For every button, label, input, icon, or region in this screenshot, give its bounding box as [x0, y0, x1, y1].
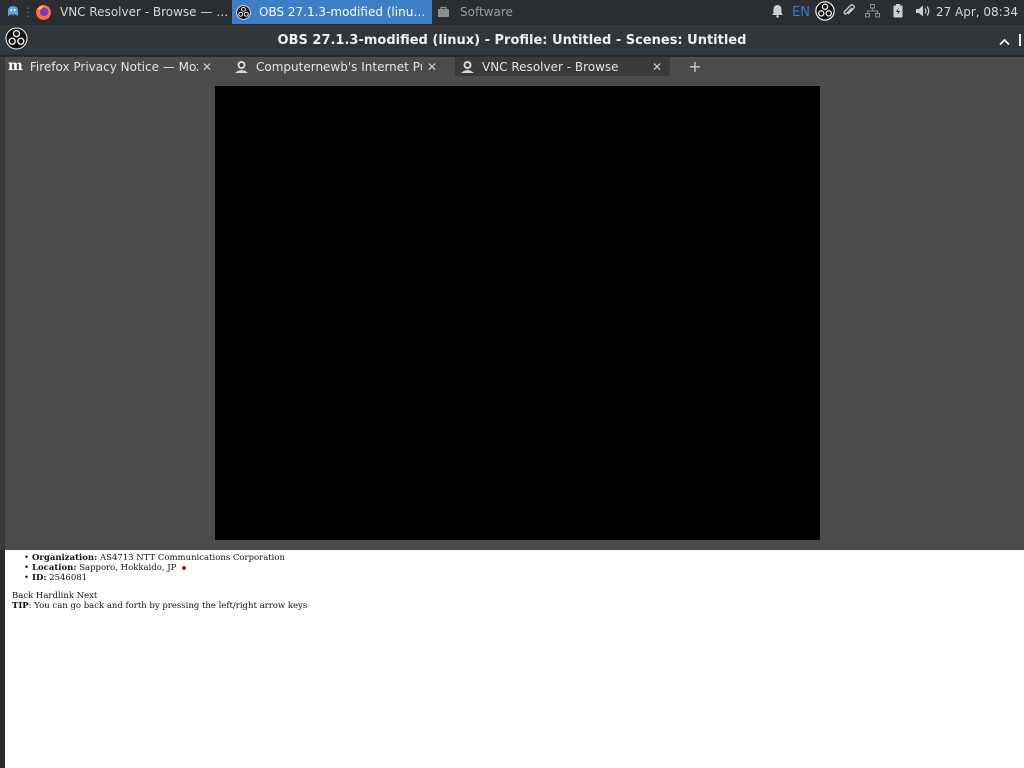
captured-browser-tabstrip: m Firefox Privacy Notice — Moz ✕ Compute…	[0, 57, 720, 76]
captured-vnc-screen	[215, 86, 820, 540]
detail-key: Location:	[32, 563, 77, 573]
tip-text: TIP: You can go back and forth by pressi…	[12, 601, 307, 611]
task-label: OBS 27.1.3-modified (linux) -...	[259, 5, 432, 19]
notifications-button[interactable]	[768, 0, 786, 24]
window-title: OBS 27.1.3-modified (linux) - Profile: U…	[277, 33, 747, 48]
task-software[interactable]: Software	[434, 0, 534, 24]
vnc-icon	[460, 60, 475, 74]
close-icon: ✕	[426, 59, 438, 74]
close-icon: ✕	[201, 59, 213, 74]
browser-tab-privacy-notice[interactable]: m Firefox Privacy Notice — Moz	[8, 57, 198, 76]
tab-label: Firefox Privacy Notice — Moz	[29, 59, 198, 74]
detail-value: Sapporo, Hokkaido, JP	[79, 563, 177, 573]
task-label: VNC Resolver - Browse — M...	[60, 5, 232, 19]
software-icon	[437, 6, 450, 18]
host-details-list: Organization: AS4713 NTT Communications …	[24, 553, 285, 583]
battery-icon	[893, 3, 903, 21]
browser-tab-vnc-resolver[interactable]: VNC Resolver - Browse	[455, 57, 670, 76]
new-tab-button[interactable]: +	[686, 57, 704, 76]
plus-icon: +	[688, 57, 702, 76]
task-firefox[interactable]: VNC Resolver - Browse — M...	[33, 0, 232, 24]
obs-tray-button[interactable]	[813, 0, 837, 24]
page-nav-links[interactable]: Back Hardlink Next	[12, 591, 97, 601]
detail-value: AS4713 NTT Communications Corporation	[99, 553, 285, 563]
volume-button[interactable]	[912, 0, 934, 24]
tab-close-button[interactable]: ✕	[425, 57, 439, 76]
maximize-button[interactable]	[994, 25, 1014, 56]
tab-label: Computernewb's Internet Pu	[256, 59, 422, 74]
close-icon: ✕	[651, 59, 663, 74]
task-label: Software	[460, 5, 513, 19]
captured-web-page: Organization: AS4713 NTT Communications …	[5, 550, 1024, 768]
detail-value: 2546081	[49, 573, 88, 583]
taskbar-separator: ⋮	[24, 0, 32, 24]
obs-icon	[236, 4, 251, 20]
tab-label: VNC Resolver - Browse	[482, 59, 619, 74]
network-icon	[864, 3, 880, 21]
drag-handle-icon: ⋮	[24, 5, 32, 19]
bell-icon	[771, 4, 784, 21]
detail-key: Organization:	[32, 553, 98, 563]
list-item: ID: 2546081	[24, 573, 285, 583]
mozilla-m-icon: m	[8, 58, 23, 74]
speaker-icon	[915, 4, 931, 21]
clipboard-button[interactable]	[839, 0, 859, 24]
vnc-icon	[234, 60, 249, 74]
preview-left-edge	[0, 57, 5, 550]
tab-close-button[interactable]: ✕	[650, 57, 664, 76]
paperclip-icon	[842, 3, 856, 21]
kde-launcher-icon	[6, 4, 20, 21]
keyboard-layout-label: EN	[792, 4, 810, 20]
tip-label: TIP	[12, 601, 29, 611]
window-edge-control[interactable]	[1014, 25, 1024, 56]
detail-key: ID:	[32, 573, 47, 583]
app-menu-button[interactable]	[4, 0, 22, 24]
chevron-up-icon	[998, 31, 1010, 50]
obs-tray-icon	[815, 0, 835, 24]
network-button[interactable]	[862, 0, 882, 24]
tip-body: : You can go back and forth by pressing …	[28, 601, 308, 611]
task-obs[interactable]: OBS 27.1.3-modified (linux) -...	[232, 0, 432, 24]
browser-tab-computernewb[interactable]: Computernewb's Internet Pu	[234, 57, 422, 76]
tab-close-button[interactable]: ✕	[200, 57, 214, 76]
clock[interactable]: 27 Apr, 08:34	[936, 0, 1018, 24]
battery-button[interactable]	[888, 0, 908, 24]
japan-flag-icon	[182, 565, 187, 570]
firefox-icon	[35, 4, 52, 21]
taskbar: ⋮ VNC Resolver - Browse — M... OBS 27.1.…	[0, 0, 1024, 24]
window-edge-icon	[1018, 31, 1022, 50]
list-item: Organization: AS4713 NTT Communications …	[24, 553, 285, 563]
list-item: Location: Sapporo, Hokkaido, JP	[24, 563, 285, 573]
obs-window-titlebar[interactable]: OBS 27.1.3-modified (linux) - Profile: U…	[0, 25, 1024, 56]
keyboard-layout-indicator[interactable]: EN	[789, 0, 813, 24]
